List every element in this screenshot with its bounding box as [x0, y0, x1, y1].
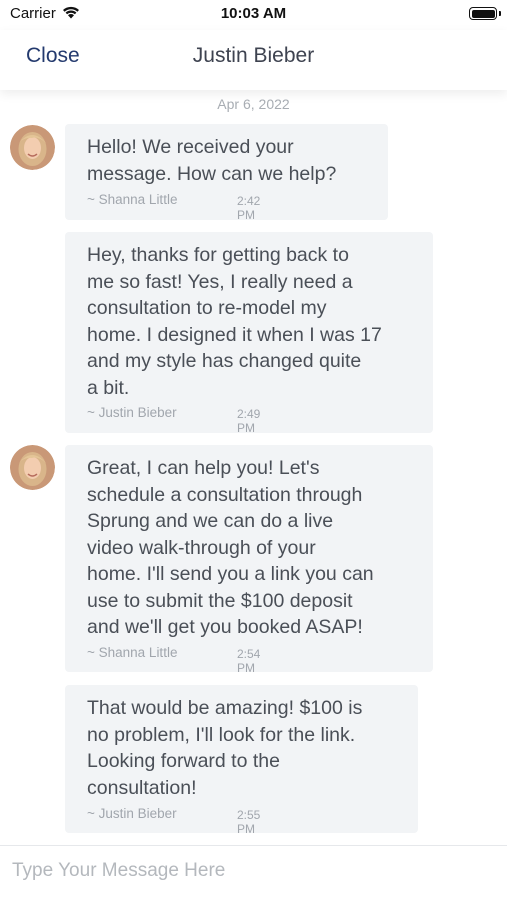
battery-icon	[469, 7, 497, 20]
status-bar: Carrier 10:03 AM	[0, 0, 507, 30]
message-bubble: That would be amazing! $100 is no proble…	[65, 685, 418, 836]
message-bubble: Hello! We received your message. How can…	[65, 124, 388, 222]
message-bubble: Great, I can help you! Let's schedule a …	[65, 445, 433, 675]
page-title: Justin Bieber	[192, 44, 315, 67]
navigation-bar: Close Justin Bieber	[0, 30, 507, 90]
message-meta: ~ Shanna Little 2:42 PM	[87, 192, 260, 222]
message-text: Great, I can help you! Let's schedule a …	[87, 457, 374, 638]
message-meta: ~ Shanna Little 2:54 PM	[87, 645, 260, 675]
message-sender: ~ Justin Bieber	[87, 405, 177, 420]
avatar	[10, 445, 55, 490]
message-composer	[0, 845, 507, 900]
battery-tip	[499, 11, 501, 16]
message-time: 2:55 PM	[237, 808, 261, 836]
message-text: Hello! We received your message. How can…	[87, 136, 337, 185]
avatar	[10, 125, 55, 170]
message-sender: ~ Shanna Little	[87, 645, 178, 660]
message-time: 2:54 PM	[237, 647, 261, 675]
message-bubble: Hey, thanks for getting back to me so fa…	[65, 232, 433, 435]
message-text: That would be amazing! $100 is no proble…	[87, 697, 363, 799]
clock: 10:03 AM	[220, 5, 287, 22]
message-meta: ~ Justin Bieber 2:49 PM	[87, 405, 260, 435]
message-meta: ~ Justin Bieber 2:55 PM	[87, 806, 260, 836]
message-time: 2:49 PM	[237, 407, 261, 435]
chat-thread[interactable]: Apr 6, 2022 Hello! We received your mess…	[0, 90, 507, 845]
message-text: Hey, thanks for getting back to me so fa…	[87, 244, 382, 399]
date-separator: Apr 6, 2022	[217, 96, 290, 112]
message-time: 2:42 PM	[237, 194, 261, 222]
message-input[interactable]	[12, 856, 492, 886]
message-sender: ~ Shanna Little	[87, 192, 178, 207]
message-sender: ~ Justin Bieber	[87, 806, 177, 821]
